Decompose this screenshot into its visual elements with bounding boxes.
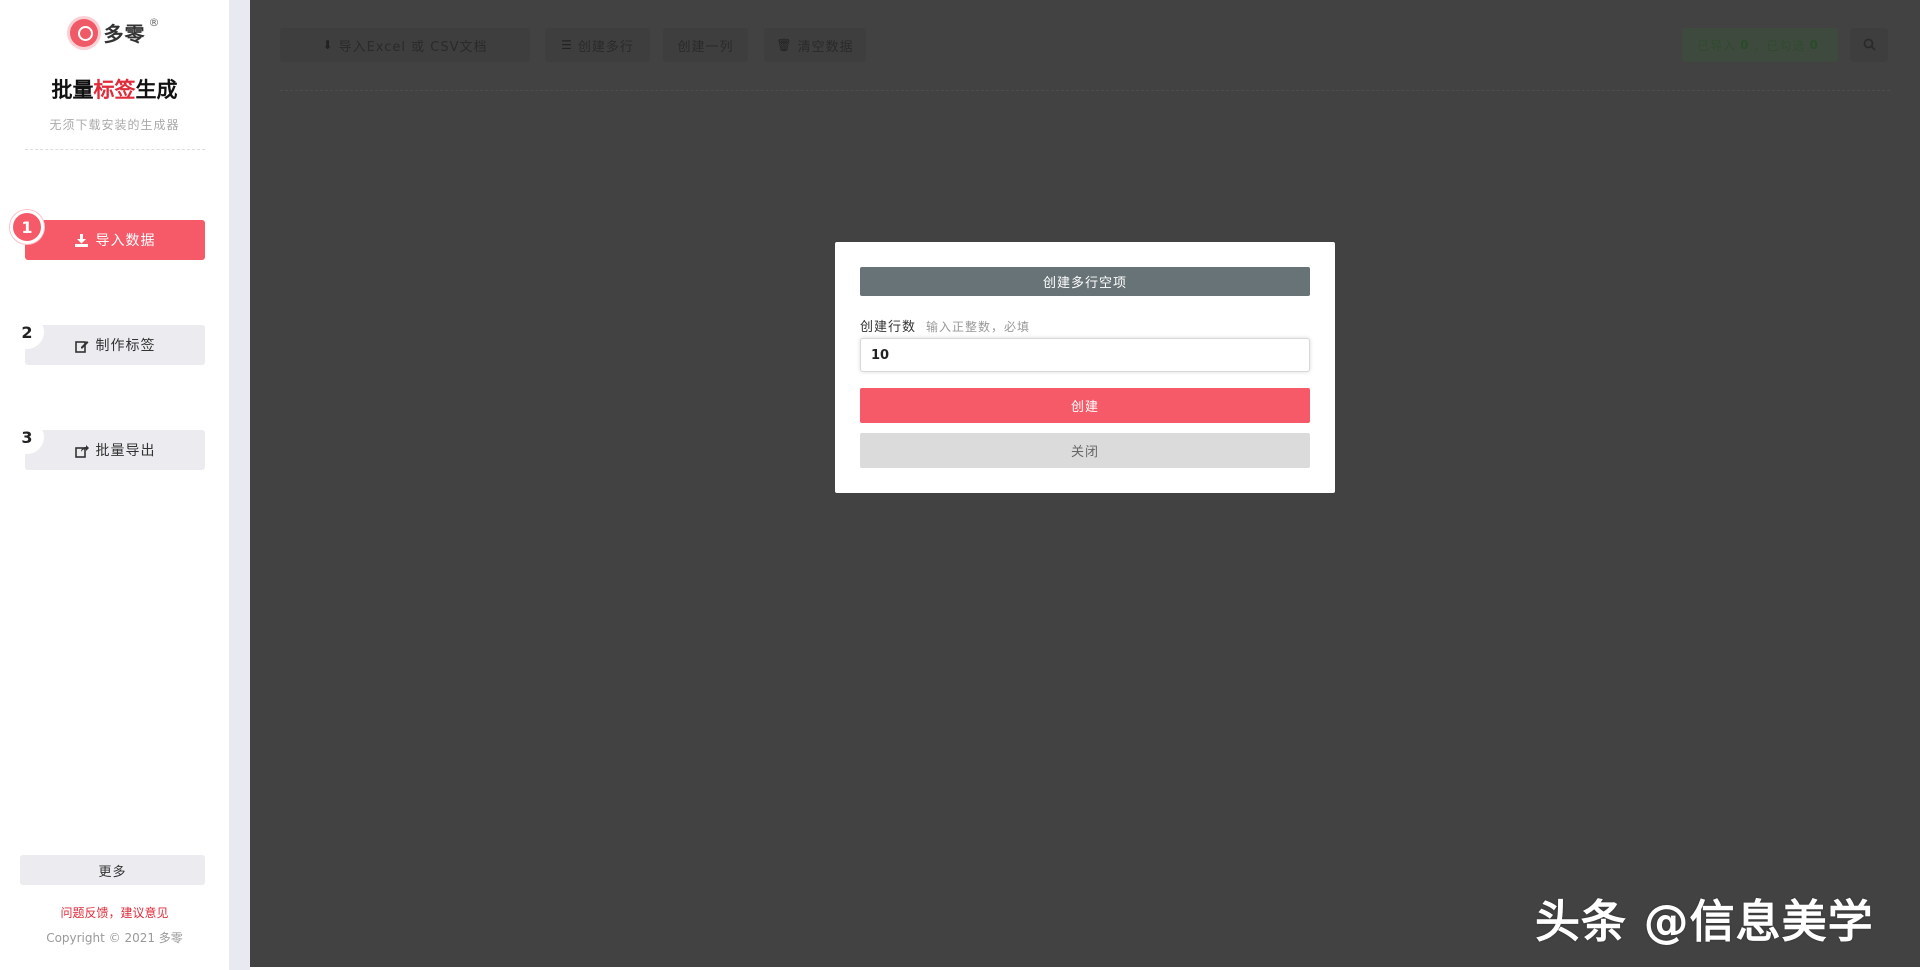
app-title: 批量标签生成 (0, 74, 229, 104)
import-excel-label: 导入Excel 或 CSV文档 (338, 39, 488, 55)
download-icon (74, 233, 88, 247)
feedback-link[interactable]: 问题反馈，建议意见 (0, 904, 229, 921)
clear-data-label: 清空数据 (797, 39, 854, 55)
edit-icon (74, 339, 88, 353)
sidebar: 多零 ® 批量标签生成 无须下载安装的生成器 1 导入数据 2 制作标签 3 批… (0, 0, 229, 970)
brand-name: 多零 (103, 22, 146, 46)
create-rows-label: 创建多行 (577, 39, 634, 55)
make-labels-button[interactable]: 制作标签 (25, 325, 205, 365)
step-number: 1 (10, 210, 44, 244)
import-excel-button[interactable]: ⬇ 导入Excel 或 CSV文档 (280, 28, 530, 62)
app-subtitle: 无须下载安装的生成器 (49, 118, 180, 132)
create-rows-modal: 创建多行空项 创建行数 输入正整数，必填 创建 关闭 (835, 242, 1335, 493)
toolbar: ⬇ 导入Excel 或 CSV文档 ☰ 创建多行 创建一列 🗑 清空数据 已导入… (250, 28, 1920, 64)
list-icon: ☰ (561, 38, 573, 52)
status-badge: 已导入 0，已勾选 0 (1682, 28, 1838, 62)
sidebar-gutter (229, 0, 250, 970)
field-label-row: 创建行数 输入正整数，必填 (860, 316, 1310, 335)
step-number: 2 (10, 315, 44, 349)
row-count-input[interactable] (860, 338, 1310, 372)
create-rows-button[interactable]: ☰ 创建多行 (545, 28, 650, 62)
status-imported-label: 已导入 (1697, 38, 1737, 53)
step-batch-export: 3 批量导出 (0, 420, 229, 470)
status-checked-count: 0 (1809, 38, 1819, 52)
download-icon: ⬇ (322, 38, 334, 52)
app-title-part2: 生成 (135, 78, 178, 102)
row-count-hint: 输入正整数，必填 (926, 320, 1031, 334)
status-checked-label: 已勾选 (1766, 38, 1806, 53)
batch-export-button[interactable]: 批量导出 (25, 430, 205, 470)
search-icon (1863, 36, 1876, 55)
import-data-button[interactable]: 导入数据 (25, 220, 205, 260)
close-button[interactable]: 关闭 (860, 433, 1310, 468)
status-imported-count: 0 (1740, 38, 1750, 52)
modal-title: 创建多行空项 (860, 267, 1310, 296)
copyright: Copyright © 2021 多零 (46, 931, 183, 945)
toolbar-divider (280, 90, 1890, 91)
step-number: 3 (10, 420, 44, 454)
brand-logo-icon (69, 18, 98, 47)
watermark-text: 头条 @信息美学 (1535, 895, 1874, 948)
step-label: 制作标签 (95, 338, 156, 354)
status-separator: ， (1753, 38, 1767, 53)
create-column-button[interactable]: 创建一列 (663, 28, 748, 62)
brand: 多零 ® (0, 16, 229, 47)
share-icon (74, 444, 89, 458)
sidebar-divider (25, 149, 205, 150)
step-label: 批量导出 (95, 443, 156, 459)
search-button[interactable] (1850, 28, 1888, 62)
clear-data-button[interactable]: 🗑 清空数据 (764, 28, 866, 62)
step-import-data: 1 导入数据 (0, 210, 229, 260)
create-button[interactable]: 创建 (860, 388, 1310, 423)
step-label: 导入数据 (95, 233, 156, 249)
trash-icon: 🗑 (776, 38, 793, 52)
step-make-labels: 2 制作标签 (0, 315, 229, 365)
row-count-label: 创建行数 (860, 320, 917, 335)
more-button[interactable]: 更多 (20, 855, 205, 885)
app-title-accent: 标签 (93, 78, 136, 102)
registered-mark: ® (148, 16, 160, 29)
app-title-part1: 批量 (51, 78, 94, 102)
